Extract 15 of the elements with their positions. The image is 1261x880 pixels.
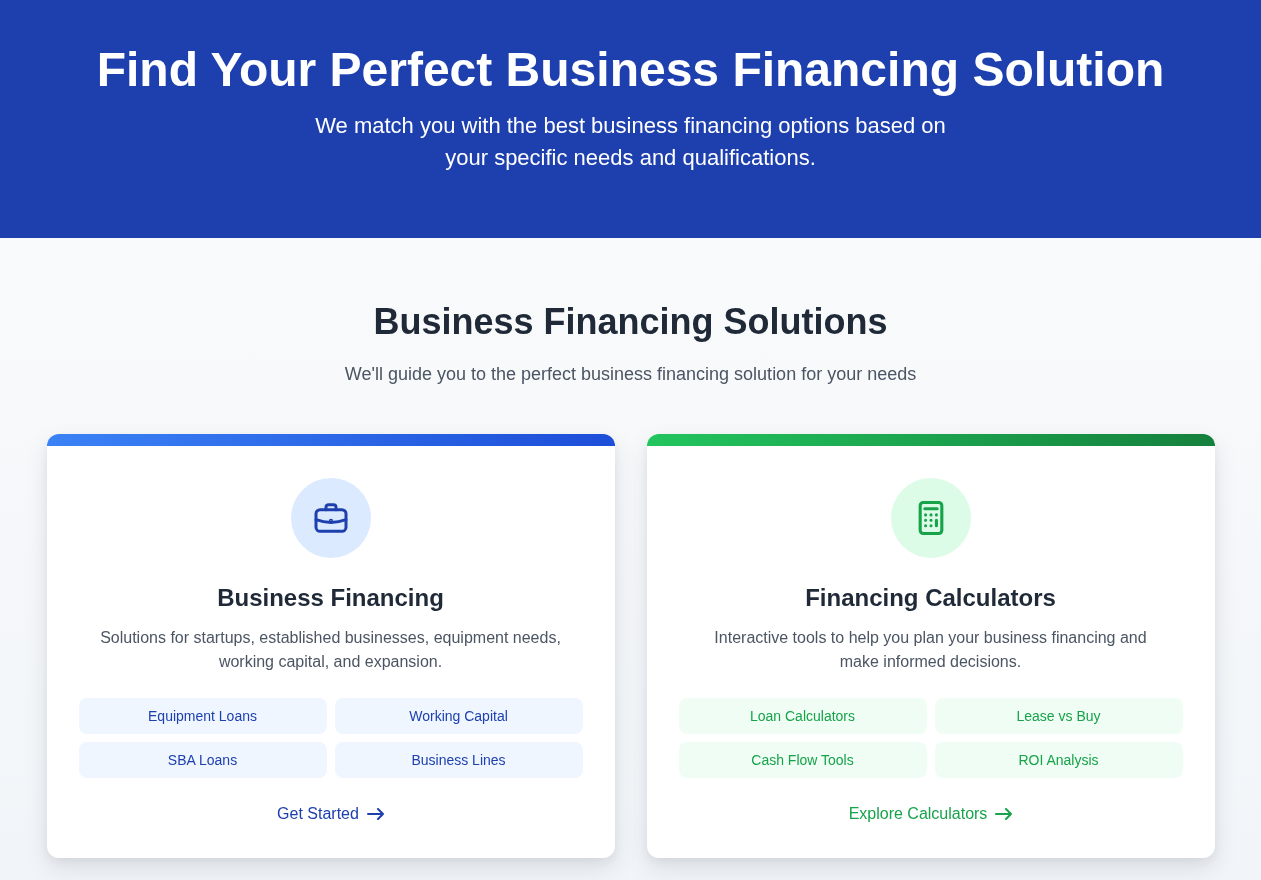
- category-tag[interactable]: Business Lines: [334, 742, 583, 778]
- hero-title: Find Your Perfect Business Financing Solution: [96, 42, 1165, 98]
- card-title: Business Financing: [217, 583, 444, 613]
- arrow-right-icon: [366, 808, 384, 820]
- card-link[interactable]: Get Started: [277, 802, 384, 826]
- card-title: Financing Calculators: [805, 583, 1056, 613]
- category-tag[interactable]: Working Capital: [334, 698, 583, 734]
- arrow-right-icon: [995, 808, 1013, 820]
- section-subtitle: We'll guide you to the perfect business financing solution for your needs: [344, 363, 917, 386]
- section-title: Business Financing Solutions: [373, 300, 888, 344]
- card-description: Solutions for startups, established businesses, equipment needs, working capital, and expansion.: [99, 628, 562, 672]
- category-tag[interactable]: Equipment Loans: [78, 698, 327, 734]
- card-description: Interactive tools to help you plan your business financing and make informed decisions.: [713, 628, 1148, 672]
- hero-subtitle: We match you with the best business financing options based on your specific needs and qualifications.: [314, 112, 947, 172]
- category-tag[interactable]: SBA Loans: [78, 742, 327, 778]
